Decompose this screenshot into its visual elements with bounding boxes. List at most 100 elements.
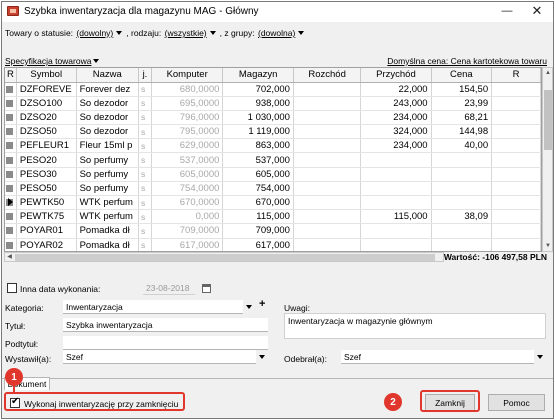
status-filter-link[interactable]: (dowolny) — [76, 28, 113, 38]
cell-przychod[interactable] — [360, 152, 432, 168]
cell-symbol[interactable]: PESO50 — [16, 181, 77, 197]
wystawil-select[interactable]: Szef — [63, 350, 256, 364]
cell-cena[interactable] — [431, 238, 493, 251]
row-status-icon[interactable] — [5, 110, 17, 126]
cell-r[interactable] — [491, 96, 541, 111]
cell-komputer[interactable]: 617,0000 — [151, 238, 224, 251]
cell-przychod[interactable]: 234,000 — [360, 138, 432, 154]
cell-rozchod[interactable] — [293, 96, 362, 111]
cell-rozchod[interactable] — [293, 223, 362, 239]
table-row[interactable]: DZSO20 So dezodor s 796,0000 1 030,000 234,00… — [5, 110, 541, 126]
column-header-komputer[interactable]: Komputer — [151, 68, 224, 83]
cell-r[interactable] — [491, 124, 541, 140]
table-row[interactable]: DZSO100 So dezodor s 695,0000 938,000 243,000… — [5, 96, 541, 111]
cell-przychod[interactable]: 22,000 — [360, 82, 432, 97]
cell-jm[interactable]: s — [138, 124, 152, 140]
cell-komputer[interactable]: 754,0000 — [151, 181, 224, 197]
cell-nazwa[interactable]: So perfumy — [76, 167, 139, 182]
wystawil-dropdown-button[interactable] — [256, 351, 268, 363]
table-row[interactable]: POYAR01 Pomadka dł s 709,0000 709,000 — [5, 223, 541, 239]
cell-komputer[interactable]: 795,0000 — [151, 124, 224, 140]
cell-jm[interactable]: s — [138, 167, 152, 182]
cell-symbol[interactable]: POYAR01 — [16, 223, 77, 239]
cell-jm[interactable]: s — [138, 223, 152, 239]
cell-r[interactable] — [491, 138, 541, 154]
cell-cena[interactable]: 144,98 — [431, 124, 493, 140]
kategoria-dropdown-button[interactable] — [243, 301, 255, 313]
table-row[interactable]: PEWTK75 WTK perfum s 0,000 115,000 115,000 38,… — [5, 209, 541, 225]
cell-rozchod[interactable] — [293, 110, 362, 126]
cell-cena[interactable]: 154,50 — [431, 82, 493, 97]
cell-rozchod[interactable] — [293, 167, 362, 182]
scroll-thumb[interactable] — [544, 90, 552, 150]
chevron-down-icon[interactable] — [209, 31, 216, 36]
hscroll-thumb[interactable] — [15, 254, 435, 261]
cell-cena[interactable]: 38,09 — [431, 209, 493, 225]
inventory-grid[interactable]: R Symbol Nazwa j. Komputer Magazyn Rozch… — [4, 67, 542, 252]
cell-jm[interactable]: s — [138, 209, 152, 225]
inna-data-field[interactable]: 23-08-2018 — [143, 281, 195, 295]
cell-nazwa[interactable]: So dezodor — [76, 96, 139, 111]
column-header-symbol[interactable]: Symbol — [16, 68, 77, 83]
cell-komputer[interactable]: 695,0000 — [151, 96, 224, 111]
cell-symbol[interactable]: PEWTK75 — [16, 209, 77, 225]
cell-jm[interactable]: s — [138, 138, 152, 154]
cell-komputer[interactable]: 0,000 — [151, 209, 224, 225]
table-row[interactable]: DZFOREVE Forever dez s 680,0000 702,000 22,00… — [5, 82, 541, 97]
column-header-rozchod[interactable]: Rozchód — [293, 68, 362, 83]
cell-magazyn[interactable]: 702,000 — [222, 82, 294, 97]
cell-komputer[interactable]: 680,0000 — [151, 82, 224, 97]
cell-cena[interactable] — [431, 223, 493, 239]
column-header-przychod[interactable]: Przychód — [360, 68, 432, 83]
table-row[interactable]: PEFLEUR1 Fleur 15ml p s 629,0000 863,000 234,… — [5, 138, 541, 154]
cell-r[interactable] — [491, 238, 541, 251]
table-row[interactable]: PESO20 So perfumy s 537,0000 537,000 — [5, 152, 541, 168]
cell-jm[interactable]: s — [138, 110, 152, 126]
column-header-r[interactable]: R — [5, 68, 17, 83]
cell-przychod[interactable]: 115,000 — [360, 209, 432, 225]
cell-nazwa[interactable]: So dezodor — [76, 110, 139, 126]
cell-magazyn[interactable]: 938,000 — [222, 96, 294, 111]
cell-r[interactable] — [491, 82, 541, 97]
cell-r[interactable] — [491, 223, 541, 239]
cell-cena[interactable] — [431, 195, 493, 211]
cell-przychod[interactable]: 324,000 — [360, 124, 432, 140]
cell-nazwa[interactable]: So dezodor — [76, 124, 139, 140]
cell-nazwa[interactable]: WTK perfum — [76, 209, 139, 225]
cell-komputer[interactable]: 629,0000 — [151, 138, 224, 154]
cell-symbol[interactable]: PESO20 — [16, 152, 77, 168]
cell-przychod[interactable] — [360, 223, 432, 239]
row-status-icon[interactable] — [5, 82, 17, 97]
cell-przychod[interactable]: 234,000 — [360, 110, 432, 126]
chevron-down-icon[interactable] — [298, 31, 305, 36]
cell-r[interactable] — [491, 195, 541, 211]
cell-r[interactable] — [491, 110, 541, 126]
cell-cena[interactable]: 40,00 — [431, 138, 493, 154]
podtytul-input[interactable] — [63, 336, 268, 350]
cell-magazyn[interactable]: 754,000 — [222, 181, 294, 197]
column-header-r2[interactable]: R — [491, 68, 541, 83]
cell-cena[interactable]: 23,99 — [431, 96, 493, 111]
uwagi-textarea[interactable]: Inwentaryzacja w magazynie głównym — [284, 313, 546, 339]
cell-rozchod[interactable] — [293, 82, 362, 97]
cell-przychod[interactable] — [360, 167, 432, 182]
cell-r[interactable] — [491, 152, 541, 168]
table-row[interactable]: PESO30 So perfumy s 605,0000 605,000 — [5, 167, 541, 182]
cell-nazwa[interactable]: Pomadka dł — [76, 238, 139, 251]
table-row[interactable]: PESO50 So perfumy s 754,0000 754,000 — [5, 181, 541, 197]
spec-dropdown[interactable]: Specyfikacja towarowa — [5, 56, 103, 66]
cell-symbol[interactable]: DZSO100 — [16, 96, 77, 111]
row-status-icon[interactable] — [5, 167, 17, 182]
cell-magazyn[interactable]: 537,000 — [222, 152, 294, 168]
cell-symbol[interactable]: POYAR02 — [16, 238, 77, 251]
scroll-up-icon[interactable]: ▲ — [544, 68, 552, 78]
cell-magazyn[interactable]: 605,000 — [222, 167, 294, 182]
cell-magazyn[interactable]: 115,000 — [222, 209, 294, 225]
cell-jm[interactable]: s — [138, 195, 152, 211]
table-row[interactable]: DZSO50 So dezodor s 795,0000 1 119,000 324,00… — [5, 124, 541, 140]
tytul-input[interactable]: Szybka inwentaryzacja — [63, 318, 268, 332]
add-category-button[interactable]: + — [259, 298, 265, 310]
cell-przychod[interactable] — [360, 181, 432, 197]
cell-jm[interactable]: s — [138, 96, 152, 111]
table-row[interactable]: PEWTK50 WTK perfum s 670,0000 670,000 — [5, 195, 541, 211]
